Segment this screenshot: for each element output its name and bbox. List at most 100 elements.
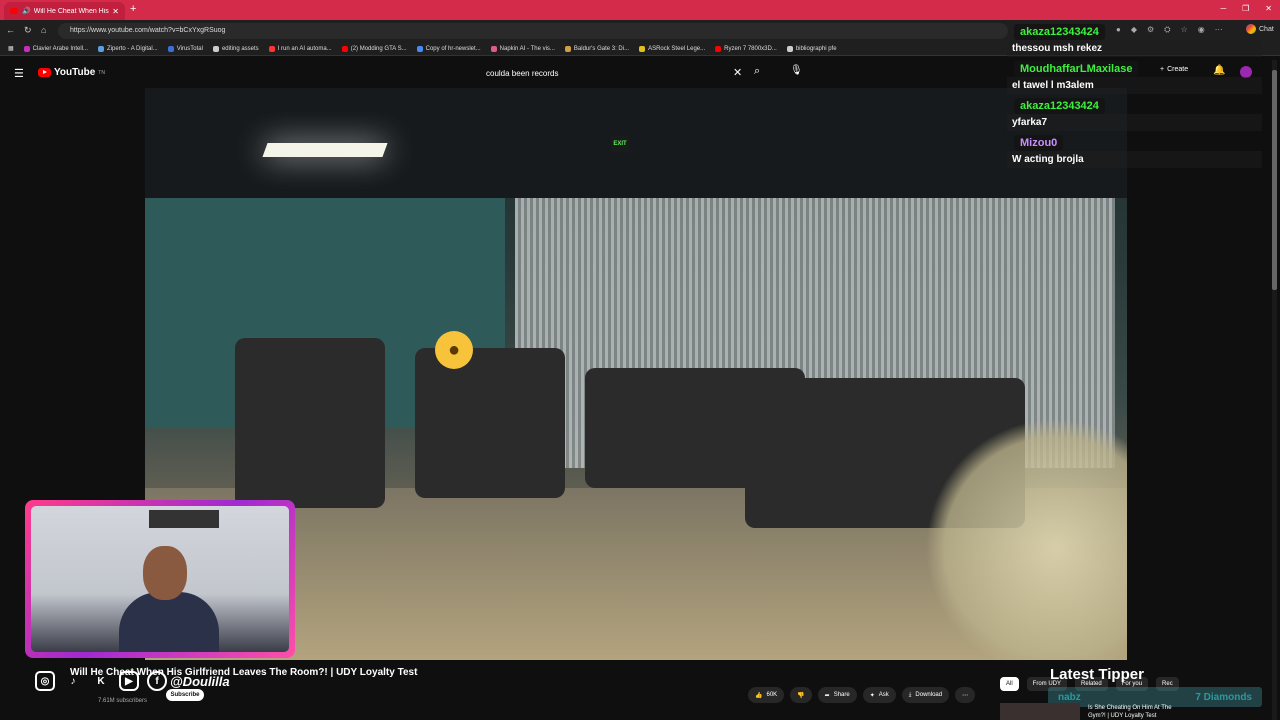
restore-icon[interactable]: ❐ [1242,4,1249,13]
bookmark-item[interactable]: Napkin AI - The vis... [490,45,555,52]
close-tab-icon[interactable]: ✕ [112,7,119,16]
video-scene-blur [925,418,1127,660]
bookmark-label: editing assets [221,45,259,52]
bookmark-item[interactable]: Ziperto - A Digital... [98,45,158,52]
apps-icon[interactable]: ▦ [8,45,14,52]
bookmark-item[interactable]: editing assets [212,45,259,52]
bookmark-item[interactable]: Clavier Arabe Intell... [23,45,89,52]
streamer-body [119,592,219,652]
exit-sign: EXIT [611,136,629,152]
search-input[interactable] [476,63,748,83]
reload-icon[interactable]: ↻ [24,25,32,36]
bookmark-item[interactable]: I run an AI automa... [268,45,332,52]
neutral-face-emoji-icon: ● [435,331,473,369]
bookmark-favicon-icon [490,45,497,52]
menu-icon[interactable]: ☰ [14,67,24,80]
bookmark-label: Ryzen 7 7800x3D... [724,45,777,52]
bookmark-item[interactable]: ASRock Steel Lege... [639,45,706,52]
like-count: 60K [766,692,778,698]
recommended-video-title[interactable]: Is She Cheating On Him At The Gym?! | UD… [1088,704,1188,720]
bookmark-label: ASRock Steel Lege... [648,45,706,52]
facebook-icon: f [147,671,167,691]
youtube-play-icon [38,68,51,77]
bookmark-label: Clavier Arabe Intell... [32,45,89,52]
bookmark-favicon-icon [212,45,219,52]
tipper-name: nabz [1058,691,1081,703]
scrollbar-thumb[interactable] [1272,70,1277,290]
youtube-logo[interactable]: YouTube TN [38,67,105,78]
chat-message: akaza12343424 thessou msh rekez [1007,22,1267,57]
share-label: Share [833,692,850,698]
url-field[interactable]: https://www.youtube.com/watch?v=bCxYxgRS… [58,23,1008,39]
bookmark-favicon-icon [341,45,348,52]
microphone-icon[interactable]: 🎙 [790,65,803,76]
video-actions: 👍 60K 👎 ➦ Share ✦ Ask ⤓ Download ⋯ [748,687,976,703]
search-icon[interactable]: ⌕ [754,65,760,78]
chat-username: Mizou0 [1014,135,1064,151]
bookmark-favicon-icon [268,45,275,52]
logo-country: TN [98,69,105,76]
webcam-feed [31,506,289,652]
browser-tab[interactable]: 🔊 Will He Cheat When His Girlfri ✕ [4,2,125,20]
streamer-handle: @Doulilla [170,674,230,689]
more-actions-button[interactable]: ⋯ [955,687,976,703]
webcam-overlay [25,500,295,658]
download-label: Download [915,692,943,698]
kick-icon: K [97,675,105,687]
video-scene-chair [415,348,565,498]
bookmark-label: (2) Modding GTA S... [350,45,407,52]
ask-button[interactable]: ✦ Ask [862,687,896,703]
bookmark-favicon-icon [23,45,30,52]
download-button[interactable]: ⤓ Download [901,687,950,703]
bookmark-item[interactable]: Copy of hr-newslet... [416,45,481,52]
thumbs-down-icon: 👎 [797,692,805,699]
subscribe-button[interactable]: Subscribe [166,689,204,701]
video-scene-lamp [262,143,388,157]
new-tab-icon[interactable]: + [130,3,136,15]
bookmark-favicon-icon [715,45,722,52]
sparkle-icon: ✦ [869,692,875,699]
clear-search-icon[interactable]: ✕ [733,66,742,79]
bookmark-favicon-icon [786,45,793,52]
window-controls: ─ ❐ ✕ [1220,4,1272,13]
chat-message: Mizou0 W acting brojla [1007,133,1267,168]
streamer-head [143,546,187,600]
bookmark-label: Ziperto - A Digital... [107,45,158,52]
scrollbar[interactable] [1272,60,1277,720]
bookmark-favicon-icon [98,45,105,52]
chat-username: akaza12343424 [1014,98,1105,114]
bookmark-item[interactable]: (2) Modding GTA S... [341,45,407,52]
bookmark-item[interactable]: VirusTotal [167,45,203,52]
close-window-icon[interactable]: ✕ [1265,4,1272,13]
share-button[interactable]: ➦ Share [817,687,857,703]
bookmark-item[interactable]: bibliographi pfe [786,45,837,52]
back-icon[interactable]: ← [6,25,15,35]
latest-tipper-label: Latest Tipper [1050,666,1144,683]
bookmark-favicon-icon [416,45,423,52]
bookmark-label: bibliographi pfe [795,45,837,52]
subscriber-count: 7.61M subscribers [98,698,148,704]
minimize-icon[interactable]: ─ [1220,4,1226,13]
speaker-icon[interactable]: 🔊 [22,7,31,15]
chat-text: thessou msh rekez [1007,40,1262,57]
recommended-video-thumbnail[interactable] [1000,703,1080,720]
chat-text: yfarka7 [1007,114,1262,131]
bookmark-label: Copy of hr-newslet... [425,45,481,52]
video-scene-chair [235,338,385,508]
thumbs-up-icon: 👍 [755,692,763,699]
chat-username: MoudhaffarLMaxilase [1014,61,1139,77]
dislike-button[interactable]: 👎 [790,687,812,703]
bookmark-item[interactable]: Baldur's Gate 3: Di... [564,45,630,52]
browser-tab-bar: 🔊 Will He Cheat When His Girlfri ✕ + ─ ❐… [0,0,1280,20]
bookmark-label: Baldur's Gate 3: Di... [573,45,630,52]
like-button[interactable]: 👍 60K [748,687,785,703]
chip-all[interactable]: All [1000,677,1019,691]
download-icon: ⤓ [908,691,912,698]
logo-text: YouTube [54,67,96,78]
home-icon[interactable]: ⌂ [41,25,46,35]
instagram-icon: ◎ [35,671,55,691]
bookmark-favicon-icon [639,45,646,52]
bookmark-item[interactable]: Ryzen 7 7800x3D... [715,45,777,52]
tiktok-icon: ♪ [70,675,76,687]
bookmark-label: VirusTotal [176,45,203,52]
